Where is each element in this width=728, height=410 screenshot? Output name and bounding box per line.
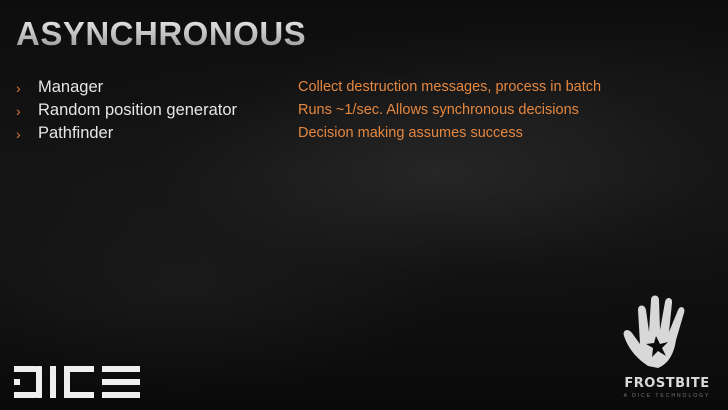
- description-list: Collect destruction messages, process in…: [298, 76, 601, 145]
- frostbite-tagline: A DICE TECHNOLOGY: [623, 393, 711, 399]
- list-item-label: Random position generator: [38, 101, 238, 119]
- description-line: Decision making assumes success: [298, 125, 523, 141]
- list-item-label: Manager: [38, 78, 104, 96]
- list-item: › Pathfinder: [16, 122, 237, 145]
- list-item: › Random position generator: [16, 99, 237, 122]
- frostbite-logo: FROSTBITE A DICE TECHNOLOGY: [614, 376, 720, 400]
- dice-logo: [14, 366, 140, 398]
- description-line: Collect destruction messages, process in…: [298, 79, 602, 95]
- frostbite-hand-icon: [623, 295, 685, 368]
- bullet-icon: ›: [16, 102, 21, 119]
- slide: ASYNCHRONOUS › Manager › Random position…: [0, 0, 728, 410]
- description-line: Runs ~1/sec. Allows synchronous decision…: [298, 102, 579, 118]
- slide-title: ASYNCHRONOUS: [16, 15, 307, 52]
- list-item-label: Pathfinder: [38, 124, 114, 142]
- bullet-icon: ›: [16, 79, 21, 96]
- list-item: › Manager: [16, 76, 237, 99]
- topic-list: › Manager › Random position generator › …: [16, 76, 237, 145]
- bullet-icon: ›: [16, 125, 21, 142]
- frostbite-wordmark: FROSTBITE: [624, 376, 710, 391]
